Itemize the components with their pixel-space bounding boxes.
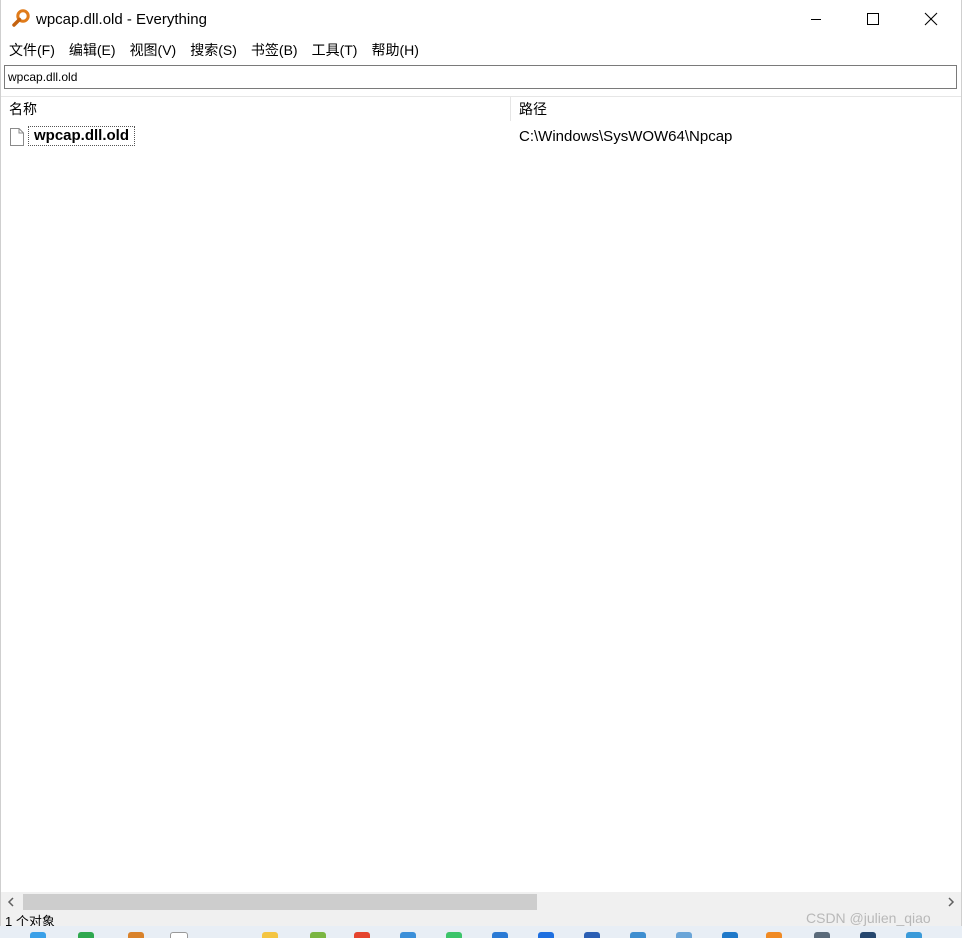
maximize-icon [867, 13, 879, 25]
close-icon [924, 12, 938, 26]
horizontal-scrollbar[interactable] [1, 892, 961, 912]
taskbar-app-icon[interactable] [906, 932, 922, 938]
taskbar-app-icon[interactable] [128, 932, 144, 938]
taskbar-app-icon[interactable] [766, 932, 782, 938]
taskbar-app-icon[interactable] [30, 932, 46, 938]
scroll-right-icon[interactable] [941, 892, 961, 912]
column-header: 名称 路径 [1, 96, 961, 121]
column-header-name[interactable]: 名称 [1, 97, 511, 121]
taskbar-app-icon[interactable] [722, 932, 738, 938]
taskbar-app-icon[interactable] [262, 932, 278, 938]
minimize-button[interactable] [787, 0, 845, 38]
taskbar-app-icon[interactable] [630, 932, 646, 938]
taskbar-app-icon[interactable] [676, 932, 692, 938]
taskbar-app-icon[interactable] [400, 932, 416, 938]
menu-bar: 文件(F) 编辑(E) 视图(V) 搜索(S) 书签(B) 工具(T) 帮助(H… [1, 39, 961, 61]
column-header-path[interactable]: 路径 [512, 97, 961, 121]
menu-bookmarks[interactable]: 书签(B) [244, 39, 305, 61]
scroll-thumb[interactable] [23, 894, 537, 910]
taskbar-app-icon[interactable] [310, 932, 326, 938]
menu-view[interactable]: 视图(V) [123, 39, 184, 61]
menu-edit[interactable]: 编辑(E) [62, 39, 123, 61]
scroll-left-icon[interactable] [1, 892, 21, 912]
taskbar-app-icon[interactable] [446, 932, 462, 938]
menu-help[interactable]: 帮助(H) [364, 39, 425, 61]
search-input[interactable] [5, 66, 956, 88]
taskbar-app-icon[interactable] [814, 932, 830, 938]
menu-search[interactable]: 搜索(S) [183, 39, 244, 61]
window-title: wpcap.dll.old - Everything [36, 11, 207, 28]
file-icon [10, 128, 24, 146]
taskbar-app-icon[interactable] [538, 932, 554, 938]
table-row[interactable]: wpcap.dll.old C:\Windows\SysWOW64\Npcap [1, 124, 961, 150]
taskbar-app-icon[interactable] [860, 932, 876, 938]
taskbar-app-icon[interactable] [492, 932, 508, 938]
taskbar-app-icon[interactable] [354, 932, 370, 938]
maximize-button[interactable] [844, 0, 902, 38]
close-button[interactable] [902, 0, 960, 38]
magnifier-icon [11, 9, 31, 29]
minimize-icon [811, 19, 821, 20]
menu-tools[interactable]: 工具(T) [305, 39, 365, 61]
taskbar-app-icon[interactable] [584, 932, 600, 938]
search-box [4, 65, 957, 89]
title-bar[interactable]: wpcap.dll.old - Everything [1, 0, 961, 38]
taskbar-app-icon[interactable] [170, 932, 188, 938]
watermark: CSDN @julien_qiao [806, 910, 931, 926]
menu-file[interactable]: 文件(F) [1, 39, 62, 61]
row-path: C:\Windows\SysWOW64\Npcap [519, 128, 733, 145]
everything-window: wpcap.dll.old - Everything 文件(F) 编辑(E) 视… [0, 0, 962, 938]
taskbar [0, 926, 962, 938]
row-name[interactable]: wpcap.dll.old [28, 126, 136, 146]
status-text: 1 个对象 [5, 914, 55, 927]
taskbar-app-icon[interactable] [78, 932, 94, 938]
